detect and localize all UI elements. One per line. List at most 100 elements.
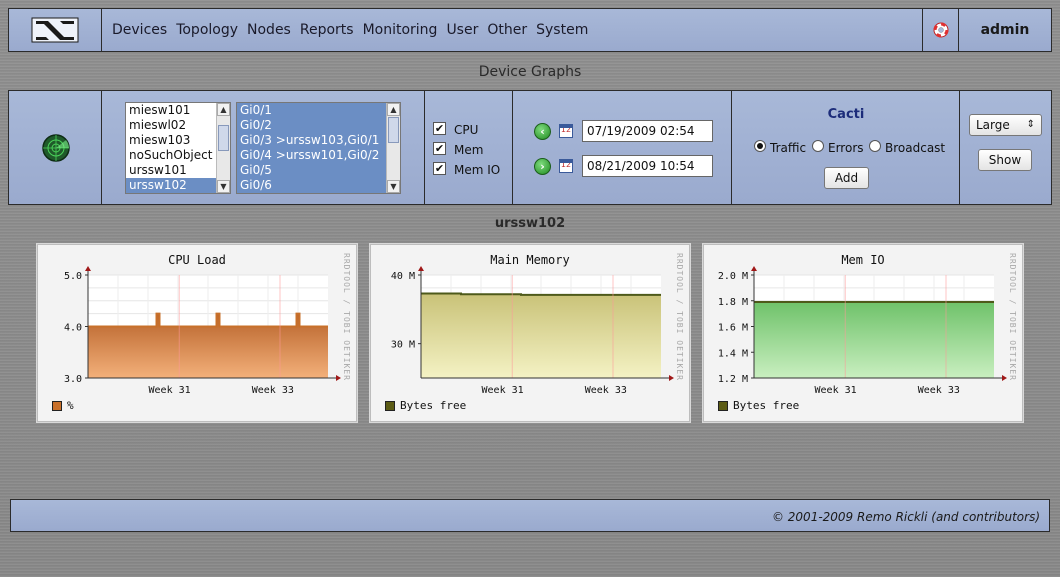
scroll-thumb[interactable] <box>218 125 229 151</box>
list-item[interactable]: Gi0/6 <box>237 178 400 193</box>
y-tick-label: 40 M <box>391 271 415 282</box>
menu-monitoring[interactable]: Monitoring <box>363 22 438 38</box>
cpu-checkbox[interactable]: ✔ <box>433 122 446 135</box>
y-axis-arrow <box>751 266 757 271</box>
interface-list-scrollbar[interactable]: ▲ ▼ <box>386 103 400 193</box>
forward-arrow-icon[interactable]: › <box>534 158 551 175</box>
menu-reports[interactable]: Reports <box>300 22 354 38</box>
size-select-value: Large <box>976 118 1010 132</box>
scroll-up-icon[interactable]: ▲ <box>387 103 400 116</box>
menu-user[interactable]: User <box>446 22 478 38</box>
main-memory-plot: 40 M 30 M Week 31 Week 33 <box>391 266 674 396</box>
mem-checkbox[interactable]: ✔ <box>433 142 446 155</box>
legend-swatch <box>718 400 728 411</box>
y-tick-label: 1.8 M <box>718 297 748 308</box>
mem-label: Mem <box>454 143 484 157</box>
menu-other[interactable]: Other <box>487 22 527 38</box>
broadcast-radio[interactable] <box>869 140 881 152</box>
graph-type-section: ✔ CPU ✔ Mem ✔ Mem IO <box>425 91 513 204</box>
lifebuoy-help-icon[interactable] <box>933 22 949 38</box>
mem-io-plot: 2.0 M 1.8 M 1.6 M 1.4 M 1.2 M Week 31 Week 33 <box>718 266 1007 396</box>
device-listbox[interactable]: miesw101 mieswl02 miesw103 noSuchObject … <box>125 102 231 194</box>
back-arrow-icon[interactable]: ‹ <box>534 123 551 140</box>
memio-label: Mem IO <box>454 163 501 177</box>
traffic-label: Traffic <box>770 141 807 155</box>
scroll-thumb[interactable] <box>388 117 399 143</box>
list-item[interactable]: Gi0/3 >urssw103,Gi0/1 <box>237 133 400 148</box>
graph-legend: Bytes free <box>385 399 466 412</box>
mem-io-graph[interactable]: Mem IO RRDTOOL / TOBI OETIKER 2.0 M 1.8 M… <box>703 244 1023 422</box>
cpu-load-graph[interactable]: CPU Load RRDTOOL / TOBI OETIKER 5.0 4.0 3.… <box>37 244 357 422</box>
x-tick-label: Week 31 <box>149 385 191 396</box>
list-item[interactable]: noSuchObject <box>126 148 230 163</box>
scroll-up-icon[interactable]: ▲ <box>217 103 230 116</box>
y-tick-label: 3.0 <box>64 374 82 385</box>
interface-listbox[interactable]: Gi0/1 Gi0/2 Gi0/3 >urssw103,Gi0/1 Gi0/4 … <box>236 102 401 194</box>
y-axis-arrow <box>85 266 91 271</box>
cacti-section: Cacti Traffic Errors Broadcast Add <box>732 91 960 204</box>
errors-label: Errors <box>828 141 864 155</box>
y-tick-label: 5.0 <box>64 271 82 282</box>
size-select[interactable]: Large ⇕ <box>969 114 1042 136</box>
top-navbar: Devices Topology Nodes Reports Monitorin… <box>8 8 1052 52</box>
page-title: Device Graphs <box>478 64 582 80</box>
list-item-selected[interactable]: urssw102 <box>126 178 230 193</box>
main-menu: Devices Topology Nodes Reports Monitorin… <box>102 9 923 51</box>
traffic-radio[interactable] <box>754 140 766 152</box>
main-memory-graph[interactable]: Main Memory RRDTOOL / TOBI OETIKER 40 M3… <box>370 244 690 422</box>
calendar-icon[interactable]: 12 <box>559 124 573 138</box>
app-logo-icon[interactable] <box>30 15 80 45</box>
scroll-down-icon[interactable]: ▼ <box>217 180 230 193</box>
y-tick-label: 1.2 M <box>718 374 748 385</box>
broadcast-label: Broadcast <box>885 141 946 155</box>
list-item[interactable]: mieswl02 <box>126 118 230 133</box>
show-button[interactable]: Show <box>978 149 1032 171</box>
graph-legend: Bytes free <box>718 399 799 412</box>
menu-topology[interactable]: Topology <box>176 22 238 38</box>
date-from-input[interactable]: 07/19/2009 02:54 <box>582 120 713 142</box>
list-item[interactable]: miesw103 <box>126 133 230 148</box>
calendar-icon[interactable]: 12 <box>559 159 573 173</box>
legend-label: % <box>67 399 74 412</box>
menu-devices[interactable]: Devices <box>112 22 167 38</box>
x-axis-arrow <box>669 375 674 381</box>
device-list-scrollbar[interactable]: ▲ ▼ <box>216 103 230 193</box>
date-range-section: ‹ 12 07/19/2009 02:54 › 12 08/21/2009 10… <box>513 91 732 204</box>
graph-legend: % <box>52 399 74 412</box>
errors-radio[interactable] <box>812 140 824 152</box>
x-tick-label: Week 33 <box>918 385 960 396</box>
list-item[interactable]: Gi0/2 <box>237 118 400 133</box>
y-tick-label: 30 M <box>391 340 415 351</box>
current-user[interactable]: admin <box>959 9 1051 51</box>
scroll-down-icon[interactable]: ▼ <box>387 180 400 193</box>
menu-system[interactable]: System <box>536 22 588 38</box>
series-area <box>754 302 994 378</box>
list-item[interactable]: urssw101 <box>126 163 230 178</box>
memio-checkbox[interactable]: ✔ <box>433 162 446 175</box>
x-tick-label: Week 31 <box>482 385 524 396</box>
legend-label: Bytes free <box>400 399 467 412</box>
footer: © 2001-2009 Remo Rickli (and contributor… <box>10 499 1050 532</box>
x-axis-arrow <box>336 375 341 381</box>
legend-swatch <box>385 400 395 411</box>
date-to-input[interactable]: 08/21/2009 10:54 <box>582 155 713 177</box>
radar-icon <box>42 134 70 162</box>
y-tick-label: 4.0 <box>64 323 82 334</box>
size-section: Large ⇕ Show <box>960 91 1053 204</box>
menu-nodes[interactable]: Nodes <box>247 22 291 38</box>
y-axis-arrow <box>418 266 424 271</box>
select-arrows-icon: ⇕ <box>1026 119 1035 130</box>
x-tick-label: Week 31 <box>815 385 857 396</box>
y-tick-label: 2.0 M <box>718 271 748 282</box>
y-tick-label: 1.6 M <box>718 323 748 334</box>
list-item[interactable]: Gi0/4 >urssw101,Gi0/2 <box>237 148 400 163</box>
legend-swatch <box>52 400 62 411</box>
copyright-text: © 2001-2009 Remo Rickli (and contributor… <box>771 510 1040 524</box>
legend-label: Bytes free <box>733 399 800 412</box>
list-item[interactable]: miesw101 <box>126 103 230 118</box>
list-item[interactable]: Gi0/1 <box>237 103 400 118</box>
help-cell <box>923 9 959 51</box>
add-button[interactable]: Add <box>824 167 869 189</box>
list-item[interactable]: Gi0/5 <box>237 163 400 178</box>
x-axis-arrow <box>1002 375 1007 381</box>
